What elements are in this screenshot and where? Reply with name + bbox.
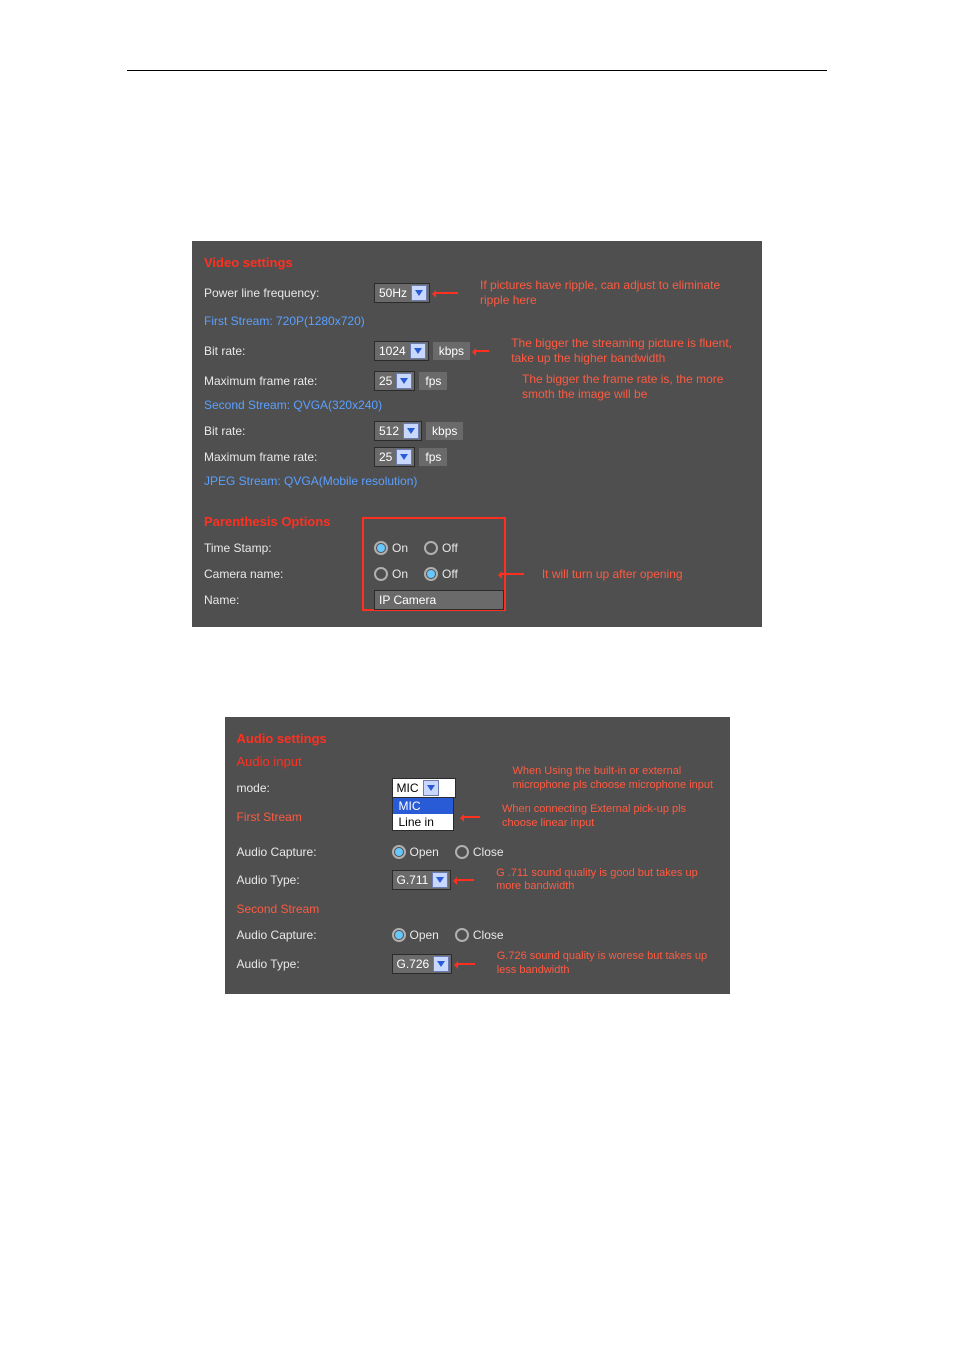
video-settings-title: Video settings	[204, 255, 750, 270]
annotation-arrow-icon	[434, 292, 458, 294]
audio-type2-label: Audio Type:	[237, 957, 392, 971]
select-value: G.726	[397, 957, 432, 971]
radio-label: Close	[473, 928, 504, 942]
select-value: MIC	[397, 781, 421, 795]
timestamp-label: Time Stamp:	[204, 541, 374, 555]
timestamp-off-radio[interactable]: Off	[424, 541, 458, 555]
radio-label: Off	[442, 567, 458, 581]
radio-label: On	[392, 567, 408, 581]
bitrate2-label: Bit rate:	[204, 424, 374, 438]
power-line-annotation: If pictures have ripple, can adjust to e…	[480, 278, 740, 308]
mode-option-mic[interactable]: MIC	[393, 798, 453, 814]
fps1-annotation: The bigger the frame rate is, the more s…	[522, 372, 750, 402]
second-stream-label: Second Stream	[237, 902, 392, 916]
audio-capture1-open-radio[interactable]: Open	[392, 845, 439, 859]
annotation-arrow-icon	[456, 963, 475, 965]
select-value: 25	[379, 374, 394, 388]
camera-name-label: Camera name:	[204, 567, 374, 581]
fps2-select[interactable]: 25	[374, 447, 415, 467]
annotation-arrow-icon	[500, 573, 524, 575]
radio-label: On	[392, 541, 408, 555]
radio-label: Open	[410, 845, 439, 859]
power-line-frequency-label: Power line frequency:	[204, 286, 374, 300]
bitrate1-select[interactable]: 1024	[374, 341, 429, 361]
audio-type2-select[interactable]: G.726	[392, 954, 453, 974]
chevron-down-icon	[432, 872, 448, 888]
audio-capture2-label: Audio Capture:	[237, 928, 392, 942]
bitrate1-label: Bit rate:	[204, 344, 374, 358]
radio-label: Off	[442, 541, 458, 555]
video-settings-panel: Video settings Power line frequency: 50H…	[192, 241, 762, 627]
chevron-down-icon	[396, 449, 412, 465]
top-divider	[127, 70, 827, 71]
mode-select[interactable]: MIC	[392, 778, 456, 798]
first-stream-title: First Stream: 720P(1280x720)	[204, 314, 750, 328]
kbps-unit: kbps	[433, 342, 470, 360]
audio-settings-title: Audio settings	[237, 731, 718, 746]
parenthesis-options-title: Parenthesis Options	[204, 514, 750, 529]
audio-type1-select[interactable]: G.711	[392, 870, 452, 890]
audio-settings-panel: Audio settings Audio input When Using th…	[225, 717, 730, 994]
chevron-down-icon	[423, 780, 439, 796]
camera-name-on-radio[interactable]: On	[374, 567, 408, 581]
fps-unit: fps	[419, 372, 447, 390]
bitrate2-select[interactable]: 512	[374, 421, 422, 441]
first-stream-label: First Stream	[237, 810, 392, 824]
audio-capture2-open-radio[interactable]: Open	[392, 928, 439, 942]
mode-label: mode:	[237, 781, 392, 795]
audio-capture2-close-radio[interactable]: Close	[455, 928, 504, 942]
mode-annotation-2: When connecting External pick-up pls cho…	[502, 803, 717, 831]
annotation-arrow-icon	[462, 816, 481, 818]
timestamp-on-radio[interactable]: On	[374, 541, 408, 555]
parenthesis-annotation: It will turn up after opening	[542, 567, 683, 582]
chevron-down-icon	[396, 373, 412, 389]
fps-unit: fps	[419, 448, 447, 466]
fps1-label: Maximum frame rate:	[204, 374, 374, 388]
annotation-arrow-icon	[455, 879, 474, 881]
fps2-label: Maximum frame rate:	[204, 450, 374, 464]
audio-capture1-close-radio[interactable]: Close	[455, 845, 504, 859]
audio-type1-label: Audio Type:	[237, 873, 392, 887]
name-input[interactable]	[374, 590, 504, 610]
annotation-arrow-icon	[474, 350, 489, 352]
audio-type2-annotation: G.726 sound quality is worese but takes …	[497, 950, 718, 978]
radio-label: Open	[410, 928, 439, 942]
mode-option-linein[interactable]: Line in	[393, 814, 453, 830]
radio-label: Close	[473, 845, 504, 859]
select-value: 1024	[379, 344, 408, 358]
kbps-unit: kbps	[426, 422, 463, 440]
mode-dropdown-list[interactable]: MIC Line in	[392, 797, 454, 831]
fps1-select[interactable]: 25	[374, 371, 415, 391]
chevron-down-icon	[410, 343, 426, 359]
audio-type1-annotation: G .711 sound quality is good but takes u…	[496, 867, 717, 895]
jpeg-stream-title: JPEG Stream: QVGA(Mobile resolution)	[204, 474, 750, 488]
power-line-frequency-select[interactable]: 50Hz	[374, 283, 430, 303]
select-value: G.711	[397, 873, 431, 887]
name-label: Name:	[204, 593, 374, 607]
chevron-down-icon	[403, 423, 419, 439]
chevron-down-icon	[433, 956, 449, 972]
bitrate1-annotation: The bigger the streaming picture is flue…	[511, 336, 750, 366]
select-value: 512	[379, 424, 401, 438]
audio-capture1-label: Audio Capture:	[237, 845, 392, 859]
select-value: 25	[379, 450, 394, 464]
camera-name-off-radio[interactable]: Off	[424, 567, 458, 581]
select-value: 50Hz	[379, 286, 409, 300]
chevron-down-icon	[411, 285, 427, 301]
